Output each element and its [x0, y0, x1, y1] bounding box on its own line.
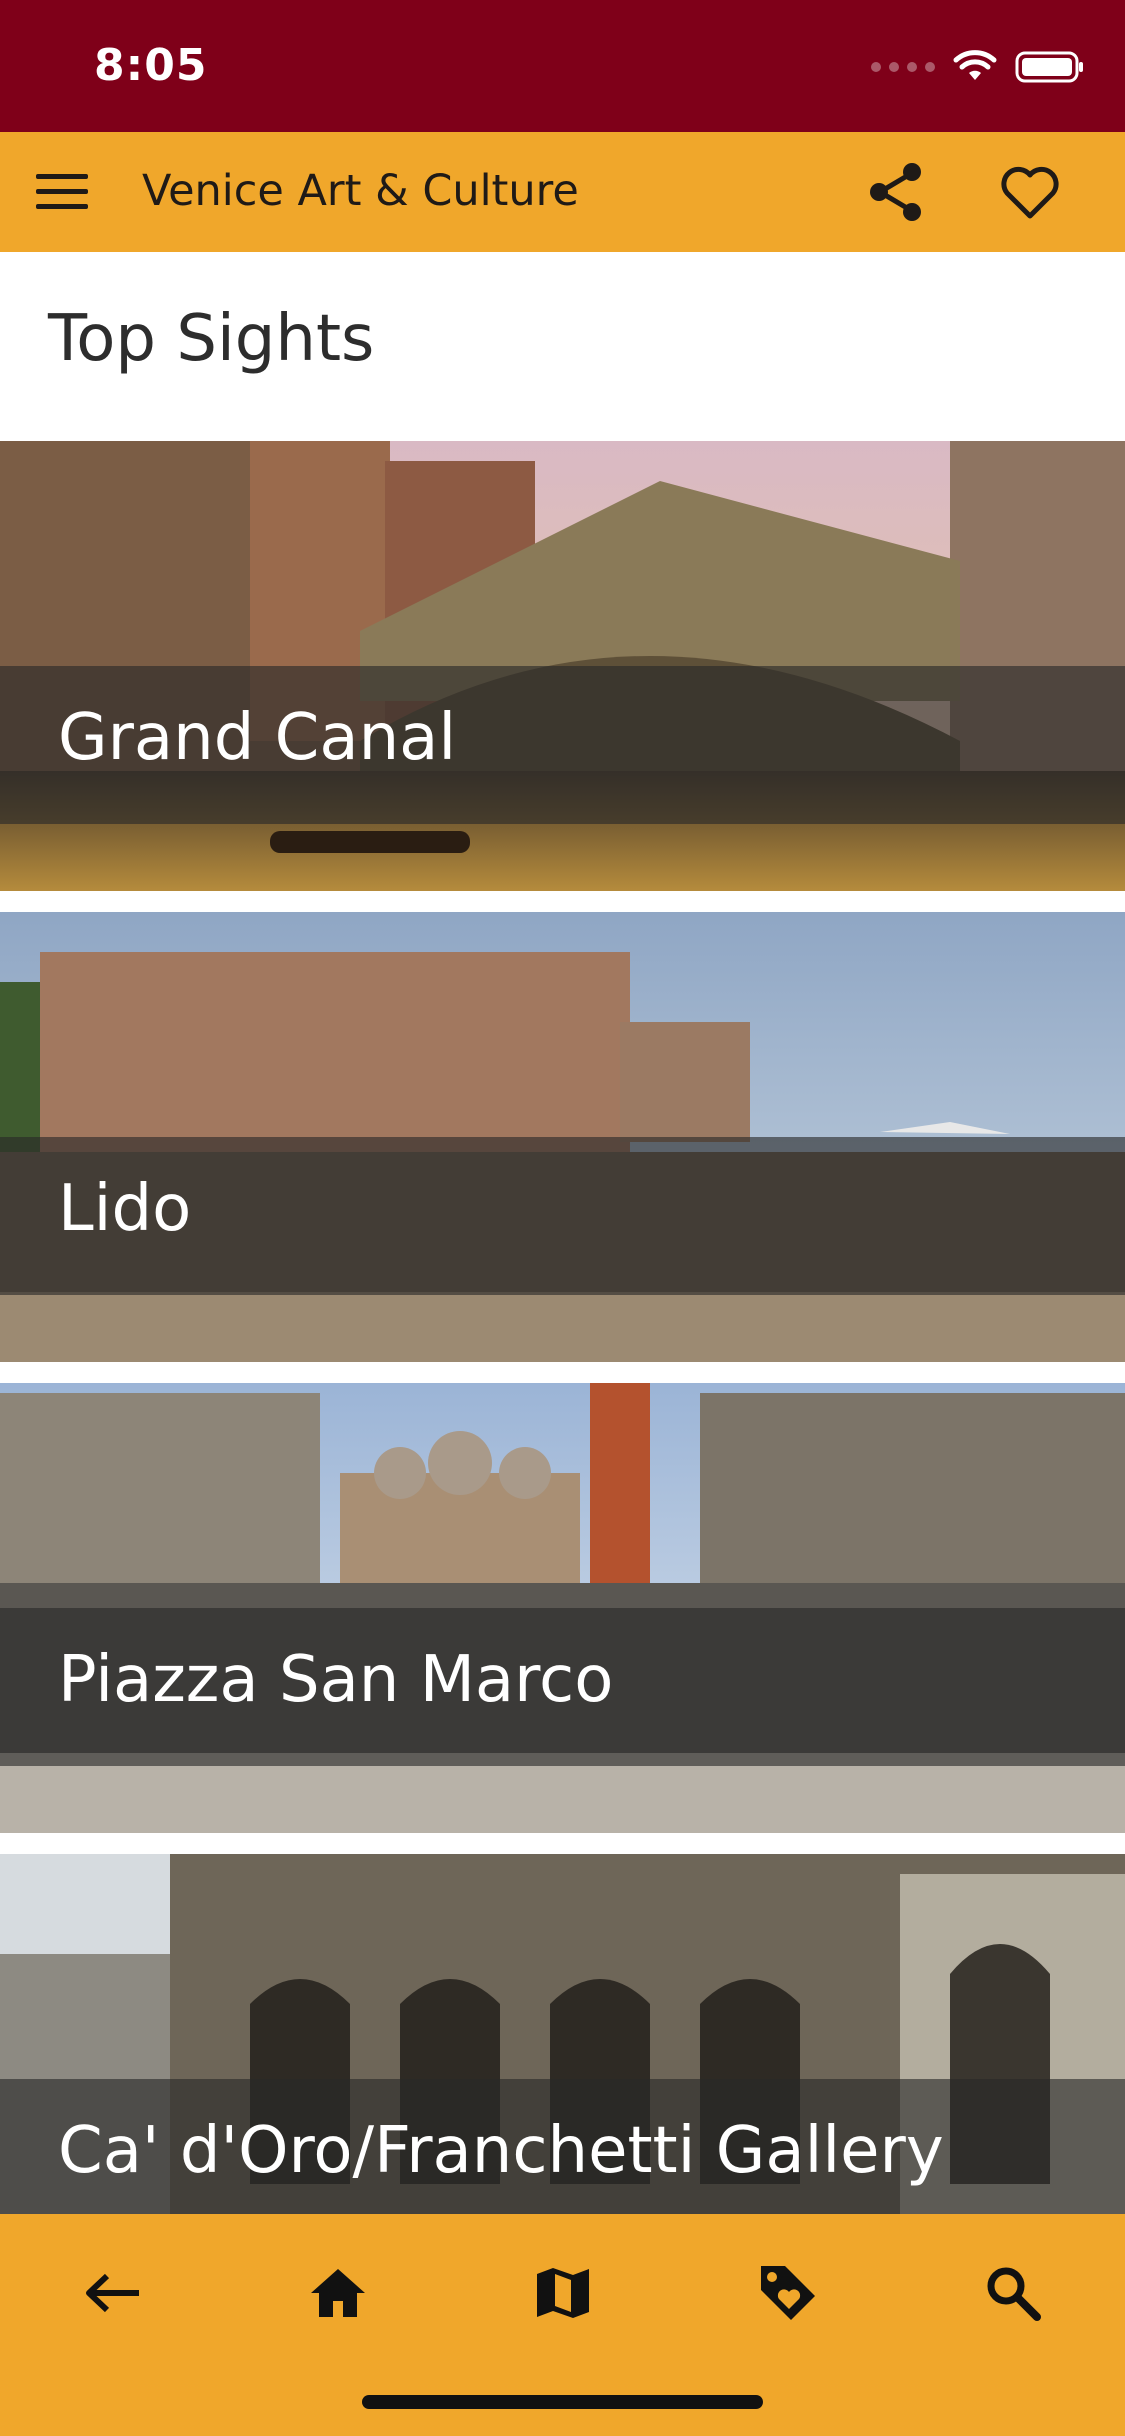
wifi-icon — [953, 50, 997, 80]
deals-button[interactable] — [743, 2248, 833, 2338]
tag-icon — [761, 2266, 815, 2320]
sight-card-piazza-san-marco[interactable]: Piazza San Marco — [0, 1383, 1125, 1833]
favorite-button[interactable] — [996, 158, 1064, 226]
sight-card-grand-canal[interactable]: Grand Canal — [0, 441, 1125, 891]
sight-label: Lido — [58, 1172, 192, 1246]
sight-label: Ca' d'Oro/Franchetti Gallery — [58, 2114, 944, 2188]
signal-icon — [871, 62, 935, 72]
app-title: Venice Art & Culture — [142, 166, 579, 216]
search-icon — [987, 2267, 1041, 2321]
sight-card-lido[interactable]: Lido — [0, 912, 1125, 1362]
back-button[interactable] — [68, 2248, 158, 2338]
home-icon — [311, 2269, 365, 2317]
status-bar: 8:05 — [0, 0, 1125, 132]
status-icons — [871, 50, 1085, 84]
menu-button[interactable] — [30, 160, 94, 224]
share-button[interactable] — [862, 158, 930, 226]
sight-label: Piazza San Marco — [58, 1643, 614, 1717]
home-button[interactable] — [293, 2248, 383, 2338]
menu-icon — [36, 174, 88, 209]
battery-icon — [1015, 51, 1083, 83]
search-button[interactable] — [968, 2248, 1058, 2338]
sight-label: Grand Canal — [58, 701, 457, 775]
map-icon — [537, 2268, 589, 2318]
status-time: 8:05 — [94, 40, 208, 91]
map-button[interactable] — [518, 2248, 608, 2338]
back-arrow-icon — [86, 2273, 139, 2313]
app-bar: Venice Art & Culture — [0, 132, 1125, 252]
share-icon — [870, 163, 921, 221]
home-indicator — [362, 2395, 763, 2409]
section-title: Top Sights — [48, 302, 375, 376]
heart-icon — [1001, 166, 1059, 219]
